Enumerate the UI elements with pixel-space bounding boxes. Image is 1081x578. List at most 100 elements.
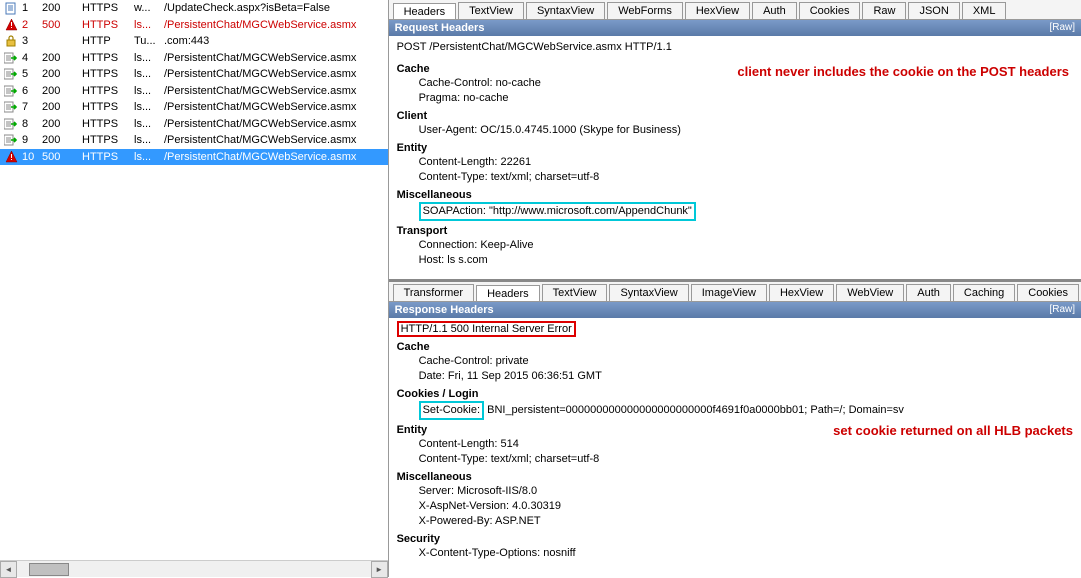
session-url: .com:443 [164,35,386,47]
tab-syntaxview[interactable]: SyntaxView [526,2,605,19]
upload-icon [2,85,20,97]
session-host: w... [134,2,164,14]
horizontal-scrollbar[interactable]: ◄ ► [0,560,388,577]
scroll-right-button[interactable]: ► [371,561,388,578]
session-row[interactable]: 1200HTTPSw.../UpdateCheck.aspx?isBeta=Fa… [0,0,388,17]
tab-textview[interactable]: TextView [542,284,608,301]
session-url: /PersistentChat/MGCWebService.asmx [164,85,386,97]
session-row[interactable]: 8200HTTPSls.../PersistentChat/MGCWebServ… [0,116,388,133]
header-group-title: Miscellaneous [397,467,1073,484]
tab-auth[interactable]: Auth [906,284,951,301]
annotation-request: client never includes the cookie on the … [737,64,1069,79]
session-protocol: HTTPS [82,134,134,146]
session-row[interactable]: 5200HTTPSls.../PersistentChat/MGCWebServ… [0,66,388,83]
session-list-pane: 1200HTTPSw.../UpdateCheck.aspx?isBeta=Fa… [0,0,389,577]
session-status: 200 [42,101,82,113]
header-line: Server: Microsoft-IIS/8.0 [397,484,1073,499]
session-list[interactable]: 1200HTTPSw.../UpdateCheck.aspx?isBeta=Fa… [0,0,388,560]
header-group-title: Client [397,106,1073,123]
session-url: /PersistentChat/MGCWebService.asmx [164,19,386,31]
request-tabstrip: HeadersTextViewSyntaxViewWebFormsHexView… [389,0,1081,20]
scroll-left-button[interactable]: ◄ [0,561,17,578]
session-host: Tu... [134,35,164,47]
header-group-title: Cookies / Login [397,384,1073,401]
session-protocol: HTTPS [82,101,134,113]
session-host: ls... [134,118,164,130]
raw-toggle[interactable]: [Raw] [1049,304,1075,316]
session-row[interactable]: 2500HTTPSls.../PersistentChat/MGCWebServ… [0,17,388,34]
response-headers-label: Response Headers [395,304,494,316]
header-line: Content-Type: text/xml; charset=utf-8 [397,170,1073,185]
request-panel: HeadersTextViewSyntaxViewWebFormsHexView… [389,0,1081,282]
session-status: 200 [42,134,82,146]
session-url: /PersistentChat/MGCWebService.asmx [164,151,386,163]
tab-caching[interactable]: Caching [953,284,1015,301]
session-protocol: HTTP [82,35,134,47]
tab-hexview[interactable]: HexView [769,284,834,301]
header-line: Content-Length: 22261 [397,155,1073,170]
header-line: Content-Type: text/xml; charset=utf-8 [397,452,1073,467]
tab-cookies[interactable]: Cookies [1017,284,1079,301]
session-status: 200 [42,118,82,130]
session-row[interactable]: 4200HTTPSls.../PersistentChat/MGCWebServ… [0,50,388,67]
session-id: 3 [20,35,42,47]
tab-headers[interactable]: Headers [476,285,540,302]
session-protocol: HTTPS [82,118,134,130]
session-status: 500 [42,19,82,31]
session-host: ls... [134,134,164,146]
scroll-thumb[interactable] [29,563,69,576]
raw-toggle[interactable]: [Raw] [1049,22,1075,34]
session-id: 10 [20,151,42,163]
header-group-title: Entity [397,138,1073,155]
tab-auth[interactable]: Auth [752,2,797,19]
header-line: X-Powered-By: ASP.NET [397,514,1073,529]
document-icon [2,2,20,15]
tab-hexview[interactable]: HexView [685,2,750,19]
tab-textview[interactable]: TextView [458,2,524,19]
tab-transformer[interactable]: Transformer [393,284,475,301]
session-status: 200 [42,85,82,97]
header-group-title: Security [397,529,1073,546]
set-cookie-highlight: Set-Cookie: [419,401,484,420]
session-protocol: HTTPS [82,151,134,163]
soapaction-highlight: SOAPAction: "http://www.microsoft.com/Ap… [419,202,696,221]
session-row[interactable]: 10500HTTPSls.../PersistentChat/MGCWebSer… [0,149,388,166]
response-tabstrip: TransformerHeadersTextViewSyntaxViewImag… [389,282,1081,302]
session-row[interactable]: 6200HTTPSls.../PersistentChat/MGCWebServ… [0,83,388,100]
session-status: 500 [42,151,82,163]
upload-icon [2,134,20,146]
session-id: 8 [20,118,42,130]
session-host: ls... [134,151,164,163]
session-url: /PersistentChat/MGCWebService.asmx [164,134,386,146]
header-line: X-AspNet-Version: 4.0.30319 [397,499,1073,514]
session-protocol: HTTPS [82,19,134,31]
upload-icon [2,68,20,80]
tab-imageview[interactable]: ImageView [691,284,767,301]
tab-json[interactable]: JSON [908,2,959,19]
tab-webforms[interactable]: WebForms [607,2,683,19]
session-id: 9 [20,134,42,146]
lock-icon [2,35,20,47]
session-row[interactable]: 7200HTTPSls.../PersistentChat/MGCWebServ… [0,99,388,116]
tab-webview[interactable]: WebView [836,284,904,301]
warning-icon [2,150,20,163]
session-protocol: HTTPS [82,2,134,14]
session-id: 2 [20,19,42,31]
session-id: 6 [20,85,42,97]
header-line: Cache-Control: private [397,354,1073,369]
header-group-title: Transport [397,221,1073,238]
header-line: Pragma: no-cache [397,91,1073,106]
tab-syntaxview[interactable]: SyntaxView [609,284,688,301]
request-headers-label: Request Headers [395,22,485,34]
tab-raw[interactable]: Raw [862,2,906,19]
session-row[interactable]: 9200HTTPSls.../PersistentChat/MGCWebServ… [0,132,388,149]
upload-icon [2,101,20,113]
header-group-title: Cache [397,337,1073,354]
session-row[interactable]: 3 HTTPTu....com:443 [0,33,388,50]
session-id: 1 [20,2,42,14]
tab-xml[interactable]: XML [962,2,1007,19]
tab-cookies[interactable]: Cookies [799,2,861,19]
tab-headers[interactable]: Headers [393,3,457,20]
request-line: POST /PersistentChat/MGCWebService.asmx … [397,39,1073,59]
session-id: 5 [20,68,42,80]
